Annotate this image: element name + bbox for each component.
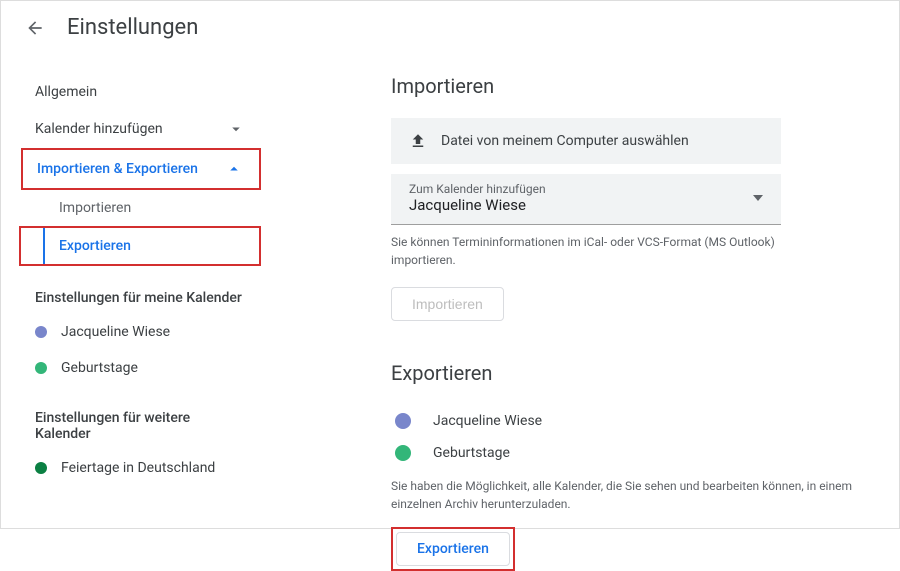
color-dot-icon [35, 326, 47, 338]
sidebar-cal-holidays-label: Feiertage in Deutschland [61, 460, 215, 476]
page-title: Einstellungen [67, 15, 198, 40]
nav-add-calendar[interactable]: Kalender hinzufügen [21, 110, 261, 148]
back-arrow-icon[interactable] [25, 18, 45, 38]
dropdown-value: Jacqueline Wiese [409, 196, 546, 214]
color-dot-icon [35, 462, 47, 474]
sidebar-cal-birthdays-label: Geburtstage [61, 360, 138, 376]
color-dot-icon [395, 413, 411, 429]
nav-sub-import[interactable]: Importieren [43, 190, 261, 226]
export-cal-birthdays-label: Geburtstage [433, 445, 510, 461]
export-helper-text: Sie haben die Möglichkeit, alle Kalender… [391, 477, 871, 513]
export-cal-personal-label: Jacqueline Wiese [433, 413, 542, 429]
color-dot-icon [35, 362, 47, 374]
sidebar-cal-personal-label: Jacqueline Wiese [61, 324, 170, 340]
my-calendars-heading: Einstellungen für meine Kalender [21, 266, 261, 314]
calendar-dropdown[interactable]: Zum Kalender hinzufügen Jacqueline Wiese [391, 174, 781, 225]
import-title: Importieren [391, 74, 875, 98]
export-cal-personal: Jacqueline Wiese [391, 405, 875, 437]
upload-icon [409, 132, 427, 150]
nav-import-export[interactable]: Importieren & Exportieren [21, 148, 261, 190]
main-content: Importieren Datei von meinem Computer au… [261, 74, 899, 571]
sidebar-cal-holidays[interactable]: Feiertage in Deutschland [21, 450, 261, 486]
nav-add-calendar-label: Kalender hinzufügen [35, 121, 163, 137]
import-button: Importieren [391, 287, 504, 321]
color-dot-icon [395, 445, 411, 461]
file-select-label: Datei von meinem Computer auswählen [441, 133, 689, 149]
export-title: Exportieren [391, 361, 875, 385]
dropdown-arrow-icon [753, 195, 763, 201]
other-calendars-heading: Einstellungen für weitere Kalender [21, 386, 261, 450]
dropdown-label: Zum Kalender hinzufügen [409, 182, 546, 196]
export-cal-birthdays: Geburtstage [391, 437, 875, 469]
sidebar-cal-personal[interactable]: Jacqueline Wiese [21, 314, 261, 350]
import-helper-text: Sie können Termininformationen im iCal- … [391, 233, 791, 269]
export-button[interactable]: Exportieren [396, 532, 510, 566]
chevron-up-icon [225, 160, 243, 178]
nav-general-label: Allgemein [35, 84, 97, 100]
nav-import-export-label: Importieren & Exportieren [37, 161, 198, 177]
nav-general[interactable]: Allgemein [21, 74, 261, 110]
file-select-button[interactable]: Datei von meinem Computer auswählen [391, 118, 781, 164]
nav-sub-export[interactable]: Exportieren [43, 228, 139, 264]
chevron-down-icon [227, 120, 245, 138]
sidebar-cal-birthdays[interactable]: Geburtstage [21, 350, 261, 386]
sidebar: Allgemein Kalender hinzufügen Importiere… [1, 74, 261, 571]
